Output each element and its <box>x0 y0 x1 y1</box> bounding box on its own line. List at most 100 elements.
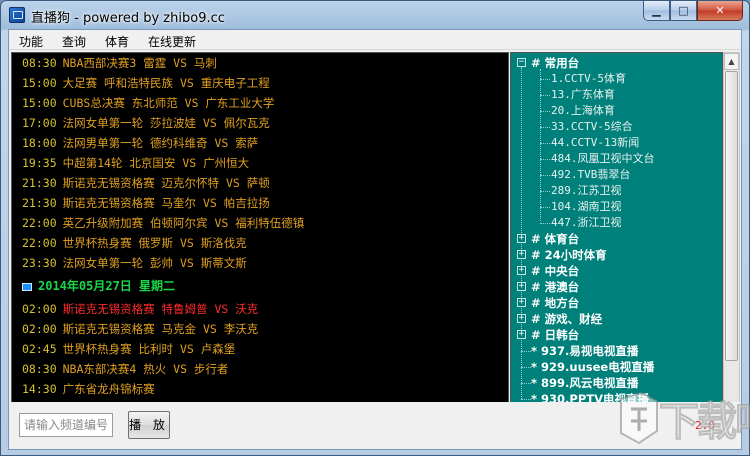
expand-icon[interactable]: + <box>517 266 526 275</box>
tree-guide-line <box>521 383 531 384</box>
channel-item[interactable]: 44.CCTV-13新闻 <box>551 135 639 151</box>
schedule-row[interactable]: 14:30 广东省龙舟锦标赛 <box>22 379 155 399</box>
event-title: 大足赛 呼和浩特民族 VS 重庆电子工程 <box>62 76 270 90</box>
event-title: NBA西部决赛3 雷霆 VS 马刺 <box>62 56 217 70</box>
tree-guide-line <box>540 223 550 224</box>
event-time: 18:00 <box>22 136 57 150</box>
channel-item[interactable]: * 937.易视电视直播 <box>531 343 638 359</box>
schedule-row[interactable]: 17:00 法网女单第一轮 莎拉波娃 VS 佩尔瓦克 <box>22 113 270 133</box>
schedule-row[interactable]: 22:00 英乙升级附加赛 伯顿阿尔宾 VS 福利特伍德镇 <box>22 213 304 233</box>
maximize-button[interactable]: □ <box>670 1 697 21</box>
channel-group[interactable]: # 24小时体育 <box>531 247 607 263</box>
menu-function[interactable]: 功能 <box>9 30 52 50</box>
schedule-row[interactable]: 21:30 斯诺克无锡资格赛 迈克尔怀特 VS 萨顿 <box>22 173 270 193</box>
schedule-row[interactable]: 08:30 NBA西部决赛3 雷霆 VS 马刺 <box>22 53 217 73</box>
channel-item[interactable]: 1.CCTV-5体育 <box>551 71 626 87</box>
menu-query[interactable]: 查询 <box>52 30 95 50</box>
schedule-row[interactable]: 08:30 NBA东部决赛4 热火 VS 步行者 <box>22 359 228 379</box>
menu-sports[interactable]: 体育 <box>95 30 138 50</box>
schedule-row[interactable]: 15:00 大足赛 呼和浩特民族 VS 重庆电子工程 <box>22 73 270 93</box>
event-time: 02:00 <box>22 322 57 336</box>
schedule-row[interactable]: 23:30 法网女单第一轮 彭帅 VS 斯蒂文斯 <box>22 253 247 273</box>
schedule-row[interactable]: 18:00 法网男单第一轮 德约科维奇 VS 索萨 <box>22 133 258 153</box>
minimize-button[interactable]: ▁ <box>643 1 670 21</box>
schedule-row[interactable]: 02:45 世界杯热身赛 比利时 VS 卢森堡 <box>22 339 235 359</box>
date-label: 2014年05月27日 星期二 <box>38 279 176 293</box>
title-bar[interactable]: 直播狗 - powered by zhibo9.cc ▁ □ ✕ <box>1 1 749 29</box>
schedule-row[interactable]: 22:00 世界杯热身赛 俄罗斯 VS 斯洛伐克 <box>22 233 247 253</box>
event-title: 中超第14轮 北京国安 VS 广州恒大 <box>62 156 250 170</box>
site-watermark: 下载吧 <box>615 389 750 447</box>
event-title: 斯诺克无锡资格赛 特鲁姆普 VS 沃克 <box>62 302 259 316</box>
event-time: 17:00 <box>22 116 57 130</box>
tree-guide-line <box>540 69 541 221</box>
event-title: 法网女单第一轮 莎拉波娃 VS 佩尔瓦克 <box>62 116 270 130</box>
tree-guide-line <box>540 159 550 160</box>
event-title: 斯诺克无锡资格赛 马奎尔 VS 帕吉拉扬 <box>62 196 270 210</box>
collapse-icon[interactable]: − <box>517 58 526 67</box>
expand-icon[interactable]: + <box>517 250 526 259</box>
channel-tree[interactable]: − # 常用台 1.CCTV-5体育 13.广东体育 20.上海体育 33.CCTV-5综… <box>510 52 723 421</box>
channel-item[interactable]: 104.湖南卫视 <box>551 199 622 215</box>
event-title: 斯诺克无锡资格赛 马克金 VS 李沃克 <box>62 322 259 336</box>
schedule-row[interactable]: 02:00 斯诺克无锡资格赛 马克金 VS 李沃克 <box>22 319 258 339</box>
event-time: 19:35 <box>22 156 57 170</box>
event-title: NBA东部决赛4 热火 VS 步行者 <box>62 362 229 376</box>
close-button[interactable]: ✕ <box>697 1 743 21</box>
event-time: 22:00 <box>22 236 57 250</box>
channel-group[interactable]: # 地方台 <box>531 295 579 311</box>
tree-guide-line <box>540 127 550 128</box>
watermark-text: 下载吧 <box>659 399 750 446</box>
schedule-row[interactable]: 02:00 斯诺克无锡资格赛 特鲁姆普 VS 沃克 <box>22 299 258 319</box>
channel-group[interactable]: # 中央台 <box>531 263 579 279</box>
window-controls: ▁ □ ✕ <box>643 1 743 21</box>
client-area: 功能 查询 体育 在线更新 08:30 NBA西部决赛3 雷霆 VS 马刺 15:0… <box>8 29 742 450</box>
calendar-icon <box>22 282 32 291</box>
channel-group[interactable]: # 游戏、财经 <box>531 311 602 327</box>
event-title: CUBS总决赛 东北师范 VS 广东工业大学 <box>62 96 275 110</box>
channel-scrollbar[interactable]: ▲ ▼ <box>723 52 740 421</box>
channel-item[interactable]: 447.浙江卫视 <box>551 215 622 231</box>
channel-item[interactable]: 13.广东体育 <box>551 87 615 103</box>
tree-guide-line <box>521 367 531 368</box>
event-title: 法网女单第一轮 彭帅 VS 斯蒂文斯 <box>62 256 247 270</box>
app-window: 直播狗 - powered by zhibo9.cc ▁ □ ✕ 功能 查询 体… <box>0 0 750 456</box>
channel-item[interactable]: 484.凤凰卫视中文台 <box>551 151 655 167</box>
event-title: 广东省龙舟锦标赛 <box>62 382 155 396</box>
channel-item[interactable]: 33.CCTV-5综合 <box>551 119 633 135</box>
event-title: 法网男单第一轮 德约科维奇 VS 索萨 <box>62 136 259 150</box>
event-time: 08:30 <box>22 362 57 376</box>
tree-guide-line <box>540 175 550 176</box>
channel-item[interactable]: 20.上海体育 <box>551 103 615 119</box>
expand-icon[interactable]: + <box>517 314 526 323</box>
event-title: 英乙升级附加赛 伯顿阿尔宾 VS 福利特伍德镇 <box>62 216 305 230</box>
expand-icon[interactable]: + <box>517 298 526 307</box>
expand-icon[interactable]: + <box>517 234 526 243</box>
channel-number-input[interactable] <box>19 413 113 437</box>
watermark-logo-icon <box>620 391 658 445</box>
menu-online-update[interactable]: 在线更新 <box>138 30 205 50</box>
tree-guide-line <box>521 351 531 352</box>
schedule-row[interactable]: 15:00 CUBS总决赛 东北师范 VS 广东工业大学 <box>22 93 274 113</box>
schedule-list[interactable]: 08:30 NBA西部决赛3 雷霆 VS 马刺 15:00 大足赛 呼和浩特民族 VS… <box>11 52 509 421</box>
channel-item[interactable]: 492.TVB翡翠台 <box>551 167 630 183</box>
channel-group[interactable]: # 常用台 <box>531 55 579 71</box>
channel-item[interactable]: * 929.uusee电视直播 <box>531 359 654 375</box>
date-header: 2014年05月27日 星期二 <box>22 276 175 296</box>
expand-icon[interactable]: + <box>517 330 526 339</box>
channel-item[interactable]: 289.江苏卫视 <box>551 183 622 199</box>
event-title: 世界杯热身赛 比利时 VS 卢森堡 <box>62 342 236 356</box>
channel-group[interactable]: # 港澳台 <box>531 279 579 295</box>
event-time: 23:30 <box>22 256 57 270</box>
scroll-up-icon[interactable]: ▲ <box>724 53 739 70</box>
expand-icon[interactable]: + <box>517 282 526 291</box>
event-time: 15:00 <box>22 76 57 90</box>
schedule-row[interactable]: 19:35 中超第14轮 北京国安 VS 广州恒大 <box>22 153 249 173</box>
play-button[interactable]: 播 放 <box>128 411 170 439</box>
tree-guide-line <box>540 143 550 144</box>
schedule-row[interactable]: 21:30 斯诺克无锡资格赛 马奎尔 VS 帕吉拉扬 <box>22 193 270 213</box>
scroll-thumb[interactable] <box>725 71 738 361</box>
channel-group[interactable]: # 体育台 <box>531 231 579 247</box>
event-time: 02:00 <box>22 302 57 316</box>
channel-group[interactable]: # 日韩台 <box>531 327 579 343</box>
